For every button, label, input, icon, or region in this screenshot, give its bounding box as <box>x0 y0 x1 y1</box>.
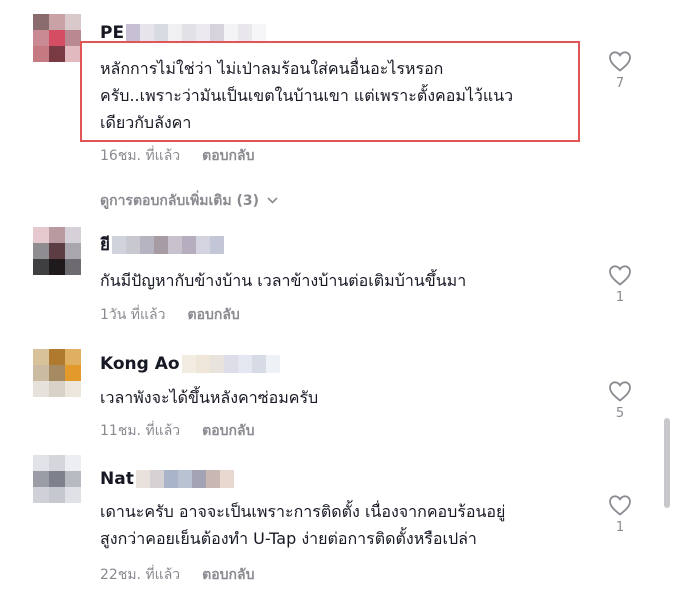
comment-text-line: สูงกว่าคอยเย็นต้องทำ U-Tap ง่ายต่อการติด… <box>100 529 477 548</box>
username-mosaic-cell <box>191 470 206 488</box>
scrollbar-thumb[interactable] <box>664 418 670 508</box>
avatar-mosaic-cell <box>65 455 81 471</box>
avatar-mosaic-cell <box>49 455 65 471</box>
username-mosaic-cell <box>177 470 192 488</box>
avatar-mosaic-cell <box>65 471 81 487</box>
avatar-mosaic-cell <box>65 487 81 503</box>
avatar-mosaic-cell <box>49 471 65 487</box>
comment-username[interactable]: Nat <box>100 468 234 490</box>
comment-item: Nat เดานะครับ อาจจะเป็นเพราะการติดตั้ง เ… <box>0 0 660 592</box>
blurred-username <box>135 470 234 488</box>
avatar[interactable] <box>33 455 81 503</box>
username-mosaic-cell <box>205 470 220 488</box>
avatar-mosaic-cell <box>33 455 49 471</box>
username-mosaic-cell <box>163 470 178 488</box>
username-text[interactable]: Nat <box>100 469 134 489</box>
username-mosaic-cell <box>149 470 164 488</box>
username-mosaic-cell <box>135 470 150 488</box>
reply-button[interactable]: ตอบกลับ <box>202 567 254 583</box>
like-count: 1 <box>615 520 625 535</box>
comment-time: 22ชม. ที่แล้ว <box>100 567 181 583</box>
avatar-mosaic-cell <box>49 487 65 503</box>
like-button[interactable]: 1 <box>606 494 634 535</box>
avatar-mosaic-cell <box>33 471 49 487</box>
comment-meta: 22ชม. ที่แล้ว ตอบกลับ <box>100 565 254 585</box>
username-mosaic-cell <box>219 470 234 488</box>
comment-text-line: เดานะครับ อาจจะเป็นเพราะการติดตั้ง เนื่อ… <box>100 502 506 521</box>
heart-icon <box>609 495 631 516</box>
avatar-mosaic-cell <box>33 487 49 503</box>
comment-text: เดานะครับ อาจจะเป็นเพราะการติดตั้ง เนื่อ… <box>100 498 505 552</box>
